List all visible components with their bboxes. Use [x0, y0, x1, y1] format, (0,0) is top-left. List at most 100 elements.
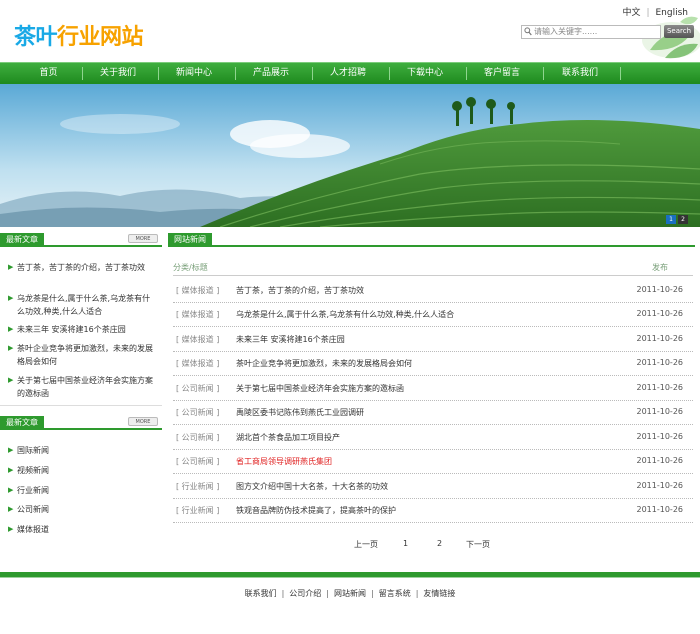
news-category[interactable]: [ 公司新闻 ] — [176, 383, 219, 394]
table-row[interactable]: [ 媒体报道 ] 乌龙茶是什么,属于什么茶,乌龙茶有什么功效,种类,什么人适合 20… — [173, 303, 693, 327]
footer-separator: | — [281, 589, 285, 598]
category-item[interactable]: ▶ 国际新闻 — [8, 444, 158, 457]
news-title-highlighted[interactable]: 省工商局领导调研燕氏集团 — [236, 456, 332, 467]
lang-chinese-link[interactable]: 中文 — [622, 8, 640, 18]
search-button[interactable]: Search — [664, 25, 694, 38]
more-button[interactable]: MORE — [128, 417, 158, 426]
category-item[interactable]: ▶ 媒体报道 — [8, 523, 158, 536]
news-section-title: 网站新闻 — [168, 233, 695, 247]
category-item[interactable]: ▶ 公司新闻 — [8, 503, 158, 516]
search-icon — [524, 27, 532, 40]
arrow-icon: ▶ — [8, 466, 14, 474]
news-title[interactable]: 图方文介绍中国十大名茶，十大名茶的功效 — [236, 481, 388, 492]
nav-divider — [82, 67, 83, 80]
news-category[interactable]: [ 公司新闻 ] — [176, 407, 219, 418]
news-category[interactable]: [ 媒体报道 ] — [176, 285, 219, 296]
news-title[interactable]: 茶叶企业竞争将更加激烈，未来的发展格局会如何 — [236, 358, 412, 369]
table-row[interactable]: [ 公司新闻 ] 省工商局领导调研燕氏集团 2011-10-26 — [173, 450, 693, 474]
footer-link-guestbook[interactable]: 留言系统 — [379, 589, 411, 598]
news-category[interactable]: [ 公司新闻 ] — [176, 432, 219, 443]
table-row[interactable]: [ 行业新闻 ] 图方文介绍中国十大名茶，十大名茶的功效 2011-10-26 — [173, 475, 693, 499]
list-item[interactable]: ▶ 未来三年 安溪将建16个茶庄园 — [8, 323, 158, 336]
news-date: 2011-10-26 — [636, 456, 684, 465]
footer-separator: | — [371, 589, 374, 598]
arrow-icon: ▶ — [8, 325, 14, 333]
nav-item-messages[interactable]: 客户留言 — [472, 63, 532, 84]
search-input[interactable]: 请输入关键字...... — [521, 25, 661, 39]
pager-page-2[interactable]: 2 — [437, 539, 442, 548]
table-row[interactable]: [ 公司新闻 ] 禹陵区委书记陈伟到燕氏工业园调研 2011-10-26 — [173, 401, 693, 425]
banner-pagination: 12 — [664, 214, 688, 224]
nav-item-products[interactable]: 产品展示 — [241, 63, 301, 84]
divider — [173, 275, 693, 276]
lang-separator: | — [646, 8, 650, 18]
table-row[interactable]: [ 媒体报道 ] 苦丁茶，苦丁茶的介绍，苦丁茶功效 2011-10-26 — [173, 279, 693, 303]
table-row[interactable]: [ 媒体报道 ] 茶叶企业竞争将更加激烈，未来的发展格局会如何 2011-10-26 — [173, 352, 693, 376]
table-row[interactable]: [ 媒体报道 ] 未来三年 安溪将建16个茶庄园 2011-10-26 — [173, 328, 693, 352]
nav-item-about[interactable]: 关于我们 — [88, 63, 148, 84]
list-item[interactable]: ▶ 乌龙茶是什么,属于什么茶,乌龙茶有什么功效,种类,什么人适合 — [8, 292, 158, 318]
footer-link-about[interactable]: 公司介绍 — [289, 589, 321, 598]
news-category[interactable]: [ 媒体报道 ] — [176, 358, 219, 369]
list-item[interactable]: ▶ 关于第七届中国茶业经济年会实施方案的邀标函 — [8, 374, 158, 400]
nav-item-home[interactable]: 首页 — [20, 63, 77, 84]
site-logo[interactable]: 茶叶行业网站 — [14, 19, 144, 51]
nav-divider — [158, 67, 159, 80]
nav-divider — [389, 67, 390, 80]
footer-separator: | — [326, 589, 329, 598]
nav-divider — [235, 67, 236, 80]
news-title[interactable]: 苦丁茶，苦丁茶的介绍，苦丁茶功效 — [236, 285, 364, 296]
table-row[interactable]: [ 公司新闻 ] 湖北首个茶食品加工项目投产 2011-10-26 — [173, 426, 693, 450]
column-header-date: 发布 — [652, 263, 668, 272]
arrow-icon: ▶ — [8, 294, 14, 302]
news-title[interactable]: 禹陵区委书记陈伟到燕氏工业园调研 — [236, 407, 364, 418]
pager-prev[interactable]: 上一页 — [354, 539, 378, 550]
news-title[interactable]: 乌龙茶是什么,属于什么茶,乌龙茶有什么功效,种类,什么人适合 — [236, 309, 454, 320]
banner-dot[interactable]: 2 — [678, 215, 688, 224]
footer-link-friends[interactable]: 友情链接 — [423, 589, 455, 598]
lang-english-link[interactable]: English — [656, 8, 689, 18]
arrow-icon: ▶ — [8, 376, 14, 384]
category-item[interactable]: ▶ 行业新闻 — [8, 484, 158, 497]
more-button[interactable]: MORE — [128, 234, 158, 243]
news-date: 2011-10-26 — [636, 505, 684, 514]
sidebar-box-title: 最新文章 — [0, 416, 44, 429]
list-item[interactable]: ▶ 茶叶企业竞争将更加激烈，未来的发展格局会如何 — [8, 342, 158, 368]
news-category[interactable]: [ 媒体报道 ] — [176, 334, 219, 345]
table-row[interactable]: [ 公司新闻 ] 关于第七届中国茶业经济年会实施方案的邀标函 2011-10-26 — [173, 377, 693, 401]
news-title[interactable]: 未来三年 安溪将建16个茶庄园 — [236, 334, 345, 345]
footer-link-contact[interactable]: 联系我们 — [245, 589, 277, 598]
arrow-icon: ▶ — [8, 486, 14, 494]
news-title[interactable]: 湖北首个茶食品加工项目投产 — [236, 432, 340, 443]
divider — [0, 405, 162, 406]
logo-text-part1: 茶叶 — [14, 25, 58, 50]
category-item[interactable]: ▶ 视频新闻 — [8, 464, 158, 477]
language-switch: 中文 | English — [622, 5, 688, 18]
logo-text-part2: 行业网站 — [57, 25, 144, 50]
news-title[interactable]: 关于第七届中国茶业经济年会实施方案的邀标函 — [236, 383, 404, 394]
arrow-icon: ▶ — [8, 525, 14, 533]
news-date: 2011-10-26 — [636, 334, 684, 343]
news-date: 2011-10-26 — [636, 358, 684, 367]
list-item[interactable]: ▶ 苦丁茶，苦丁茶的介绍，苦丁茶功效 — [8, 261, 158, 274]
nav-item-downloads[interactable]: 下载中心 — [395, 63, 455, 84]
nav-item-news[interactable]: 新闻中心 — [164, 63, 224, 84]
banner-image: 12 — [0, 84, 700, 227]
footer-link-news[interactable]: 网站新闻 — [334, 589, 366, 598]
table-row[interactable]: [ 行业新闻 ] 铁观音品牌防伪技术提高了，提高茶叶的保护 2011-10-26 — [173, 499, 693, 523]
news-date: 2011-10-26 — [636, 481, 684, 490]
banner-dot[interactable]: 1 — [666, 215, 676, 224]
news-title[interactable]: 铁观音品牌防伪技术提高了，提高茶叶的保护 — [236, 505, 396, 516]
arrow-icon: ▶ — [8, 263, 14, 271]
sidebar-box-title: 最新文章 — [0, 233, 44, 246]
pager-page-1[interactable]: 1 — [403, 539, 408, 548]
nav-item-contact[interactable]: 联系我们 — [549, 63, 611, 84]
nav-item-jobs[interactable]: 人才招聘 — [318, 63, 378, 84]
news-category[interactable]: [ 行业新闻 ] — [176, 481, 219, 492]
footer-bar-highlight — [0, 577, 700, 578]
pager-next[interactable]: 下一页 — [466, 539, 490, 550]
news-category[interactable]: [ 媒体报道 ] — [176, 309, 219, 320]
news-date: 2011-10-26 — [636, 309, 684, 318]
news-category[interactable]: [ 公司新闻 ] — [176, 456, 219, 467]
news-category[interactable]: [ 行业新闻 ] — [176, 505, 219, 516]
